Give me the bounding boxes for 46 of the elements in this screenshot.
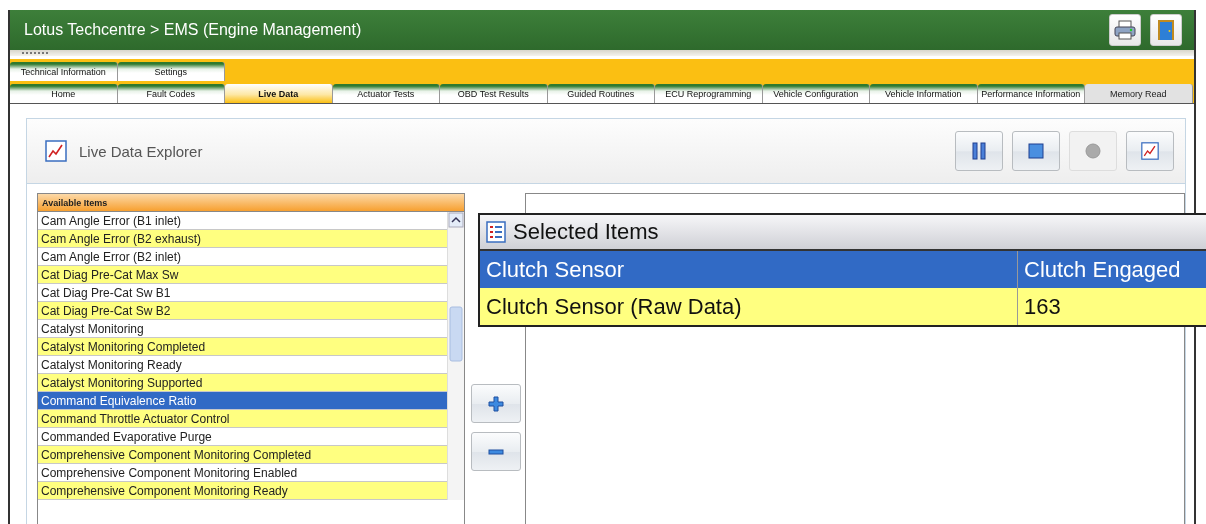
popup-title: Selected Items — [513, 219, 659, 245]
list-item[interactable]: Cat Diag Pre-Cat Max Sw — [38, 266, 447, 284]
grip-icon — [22, 51, 50, 55]
chart-icon — [45, 140, 67, 162]
list-item[interactable]: Catalyst Monitoring Supported — [38, 374, 447, 392]
panel-title: Live Data Explorer — [79, 142, 203, 160]
tab[interactable]: Vehicle Configuration — [762, 84, 870, 103]
list-item[interactable]: Command Throttle Actuator Control — [38, 410, 447, 428]
stop-icon — [1028, 143, 1044, 159]
pause-button[interactable] — [955, 131, 1003, 171]
chart-button[interactable] — [1126, 131, 1174, 171]
table-cell-text: 163 — [1023, 292, 1061, 321]
pause-icon — [972, 142, 986, 160]
tab[interactable]: Performance Information — [977, 84, 1085, 103]
list-icon — [486, 221, 506, 243]
table-cell-text: Clutch Engaged — [1023, 255, 1181, 284]
tab[interactable]: Guided Routines — [547, 84, 655, 103]
minus-icon — [488, 448, 504, 455]
tab[interactable]: Technical Information — [10, 62, 118, 81]
add-button[interactable] — [471, 384, 521, 423]
plus-icon — [488, 395, 504, 412]
exit-button[interactable] — [1150, 14, 1182, 47]
window-title: Lotus Techcentre > EMS (Engine Management) — [24, 21, 362, 40]
tab[interactable]: Fault Codes — [117, 84, 225, 103]
tab[interactable]: Actuator Tests — [332, 84, 440, 103]
tab[interactable]: ECU Reprogramming — [655, 84, 763, 103]
list-item[interactable]: Command Equivalence Ratio — [38, 392, 447, 410]
print-button[interactable] — [1109, 14, 1141, 47]
list-item[interactable]: Cam Angle Error (B2 exhaust) — [38, 230, 447, 248]
list-item[interactable]: Comprehensive Component Monitoring Completed — [38, 446, 447, 464]
remove-button[interactable] — [471, 432, 521, 471]
list-item[interactable]: Cat Diag Pre-Cat Sw B2 — [38, 302, 447, 320]
tab[interactable]: Home — [10, 84, 118, 103]
stop-button[interactable] — [1012, 131, 1060, 171]
record-icon — [1085, 143, 1101, 159]
list-item[interactable]: Catalyst Monitoring Completed — [38, 338, 447, 356]
tab[interactable]: Settings — [117, 62, 225, 81]
chart-icon — [1141, 142, 1159, 160]
table-cell: Clutch Sensor (Raw Data) — [480, 288, 1018, 325]
door-icon — [1157, 19, 1175, 42]
tab[interactable]: OBD Test Results — [440, 84, 548, 103]
tab[interactable]: Vehicle Information — [870, 84, 978, 103]
tab[interactable]: Live Data — [225, 84, 333, 103]
list-item[interactable]: Comprehensive Component Monitoring Ready — [38, 482, 447, 500]
printer-icon — [1114, 20, 1136, 41]
list-header: Available Items — [38, 194, 464, 212]
